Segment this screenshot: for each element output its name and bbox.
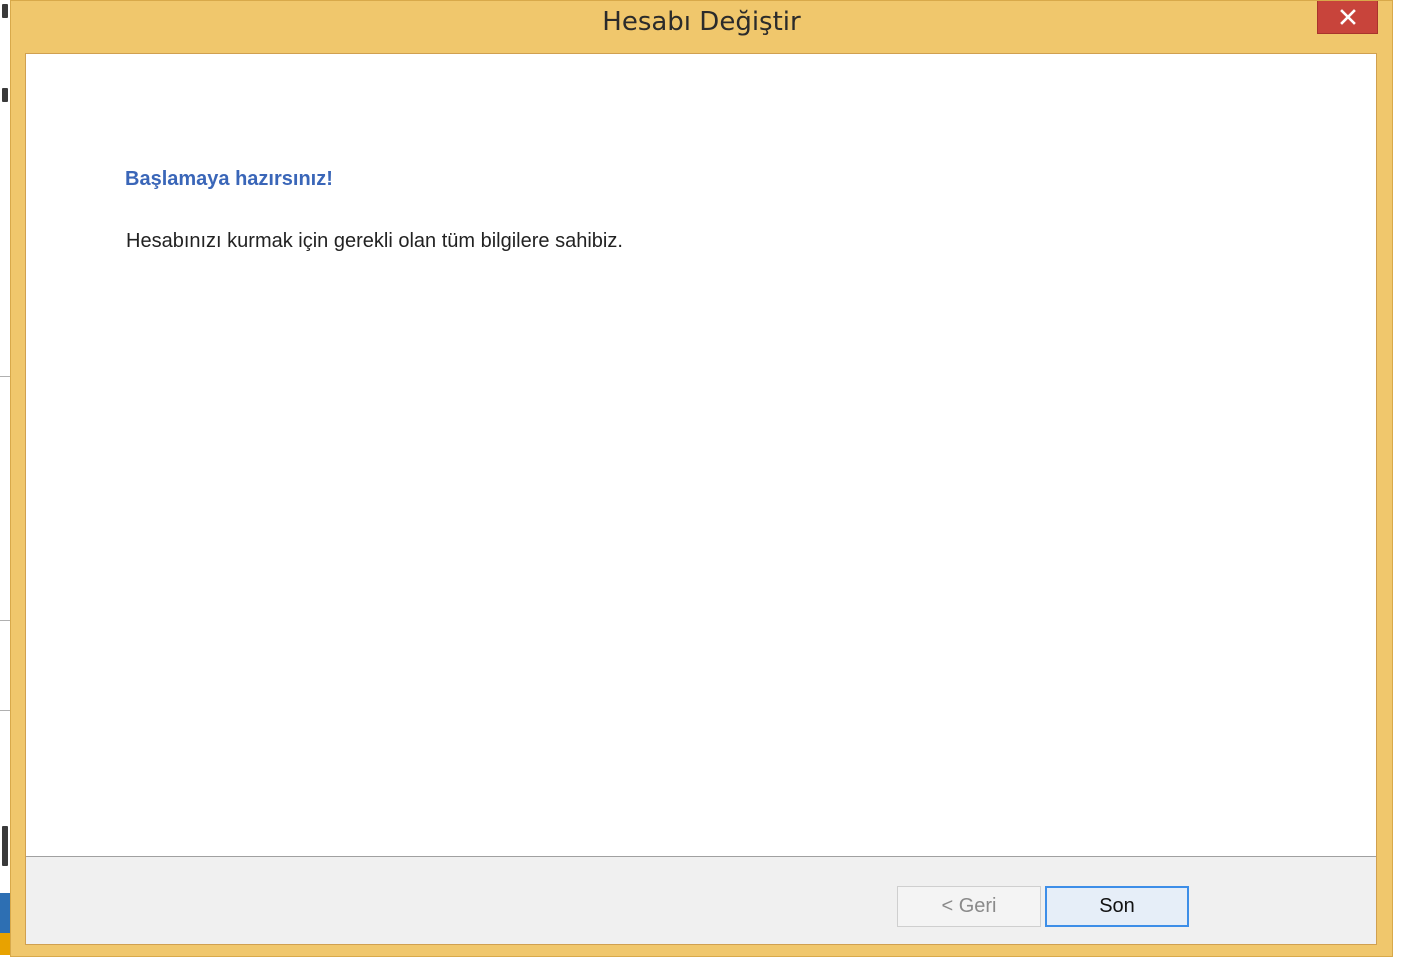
background-app-divider	[0, 620, 10, 621]
background-app-edge	[0, 0, 10, 961]
wizard-content: Başlamaya hazırsınız! Hesabınızı kurmak …	[26, 54, 1376, 856]
back-button[interactable]: < Geri	[897, 886, 1041, 927]
finish-button[interactable]: Son	[1045, 886, 1189, 927]
page-description: Hesabınızı kurmak için gerekli olan tüm …	[126, 230, 623, 252]
dialog-client-area: Başlamaya hazırsınız! Hesabınızı kurmak …	[25, 53, 1377, 945]
background-taskbar-fragment	[0, 893, 10, 933]
background-app-fragment	[2, 4, 8, 18]
button-bar: < Geri Son	[26, 856, 1376, 944]
background-app-divider	[0, 710, 10, 711]
close-button[interactable]	[1317, 1, 1378, 34]
dialog-window: Hesabı Değiştir Başlamaya hazırsınız! He…	[10, 0, 1393, 957]
background-taskbar-fragment	[0, 933, 10, 955]
close-icon	[1339, 9, 1356, 25]
background-app-fragment	[2, 88, 8, 102]
window-title: Hesabı Değiştir	[602, 7, 801, 37]
background-app-fragment	[2, 826, 8, 866]
title-bar[interactable]: Hesabı Değiştir	[11, 1, 1392, 53]
background-app-divider	[0, 376, 10, 377]
page-heading: Başlamaya hazırsınız!	[125, 168, 333, 190]
